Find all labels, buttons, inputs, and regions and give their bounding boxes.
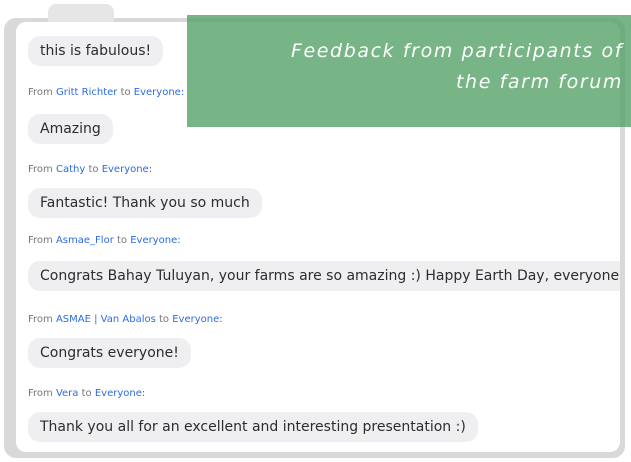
sender-name[interactable]: Asmae_Flor [56, 235, 114, 246]
sender-name[interactable]: Cathy [56, 164, 85, 175]
message-header: From Gritt Richter to Everyone: [28, 87, 184, 98]
recipient-name[interactable]: Everyone: [102, 164, 152, 175]
message-bubble: this is fabulous! [28, 36, 164, 66]
from-label: From [28, 235, 53, 246]
from-label: From [28, 388, 53, 399]
caption-banner: Feedback from participants of the farm f… [187, 15, 631, 127]
message-header: From Cathy to Everyone: [28, 164, 152, 175]
from-label: From [28, 164, 53, 175]
from-label: From [28, 314, 53, 325]
window-tab [48, 4, 114, 24]
message-bubble: Fantastic! Thank you so much [28, 188, 262, 218]
recipient-name[interactable]: Everyone: [95, 388, 145, 399]
caption-text: Feedback from participants of the farm f… [193, 36, 623, 98]
sender-name[interactable]: Gritt Richter [56, 87, 117, 98]
to-label: to [120, 87, 131, 98]
to-label: to [88, 164, 99, 175]
message-header: From Vera to Everyone: [28, 388, 145, 399]
recipient-name[interactable]: Everyone: [130, 235, 180, 246]
message-bubble: Amazing [28, 114, 113, 144]
to-label: to [159, 314, 170, 325]
caption-line-2: the farm forum [456, 71, 623, 93]
caption-line-1: Feedback from participants of [290, 40, 623, 62]
message-header: From ASMAE | Van Abalos to Everyone: [28, 314, 223, 325]
to-label: to [81, 388, 92, 399]
message-header: From Asmae_Flor to Everyone: [28, 235, 181, 246]
message-bubble: Thank you all for an excellent and inter… [28, 412, 478, 442]
sender-name[interactable]: Vera [56, 388, 78, 399]
sender-name[interactable]: ASMAE | Van Abalos [56, 314, 156, 325]
message-bubble: Congrats Bahay Tuluyan, your farms are s… [28, 261, 620, 291]
from-label: From [28, 87, 53, 98]
message-bubble: Congrats everyone! [28, 338, 191, 368]
to-label: to [117, 235, 128, 246]
recipient-name[interactable]: Everyone: [172, 314, 222, 325]
recipient-name[interactable]: Everyone: [134, 87, 184, 98]
